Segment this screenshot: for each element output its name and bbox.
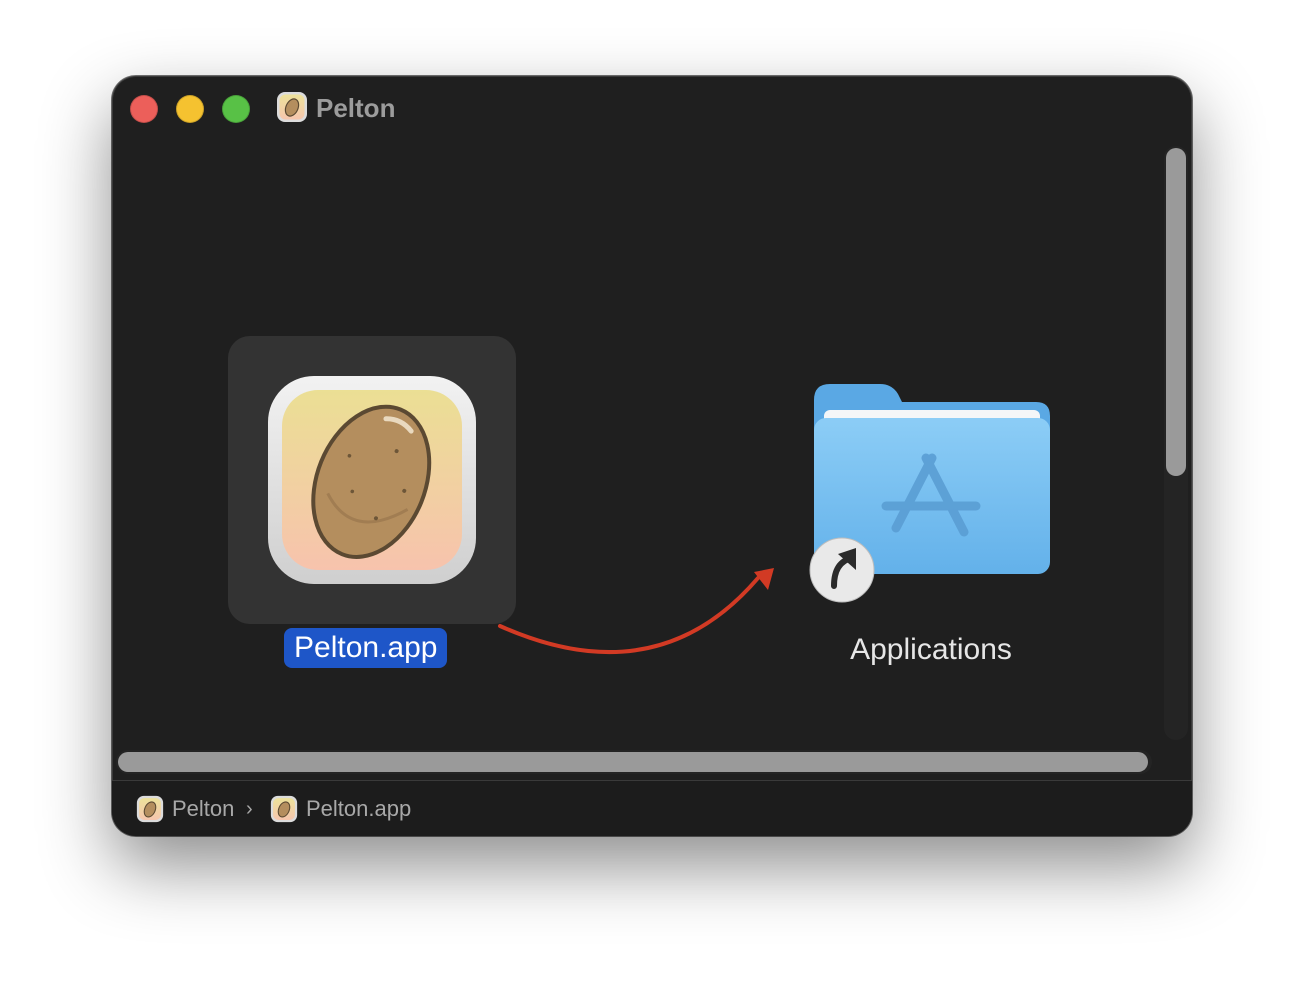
potato-app-icon[interactable] <box>266 374 478 586</box>
path-item-pelton-app[interactable]: Pelton.app <box>306 795 411 823</box>
maximize-button[interactable] <box>222 95 250 123</box>
path-item-pelton[interactable]: Pelton <box>172 795 234 823</box>
chevron-right-icon: › <box>246 798 253 820</box>
close-button[interactable] <box>130 95 158 123</box>
curved-arrow-icon <box>498 568 774 655</box>
window-title: Pelton <box>316 93 396 123</box>
applications-folder-icon[interactable] <box>808 376 1056 616</box>
pelton-app-icon[interactable] <box>270 795 298 823</box>
horizontal-scrollbar[interactable] <box>118 752 1148 772</box>
app-item-label[interactable]: Pelton.app <box>284 628 448 668</box>
minimize-button[interactable] <box>176 95 204 123</box>
pelton-app-icon[interactable] <box>136 795 164 823</box>
finder-window: Pelton Pelton.app Applications Pelton › … <box>112 76 1192 836</box>
vertical-scrollbar[interactable] <box>1166 148 1186 476</box>
pelton-app-icon <box>277 92 307 122</box>
folder-item-label[interactable]: Applications <box>818 630 1044 670</box>
path-bar: Pelton › Pelton.app <box>112 780 1192 836</box>
